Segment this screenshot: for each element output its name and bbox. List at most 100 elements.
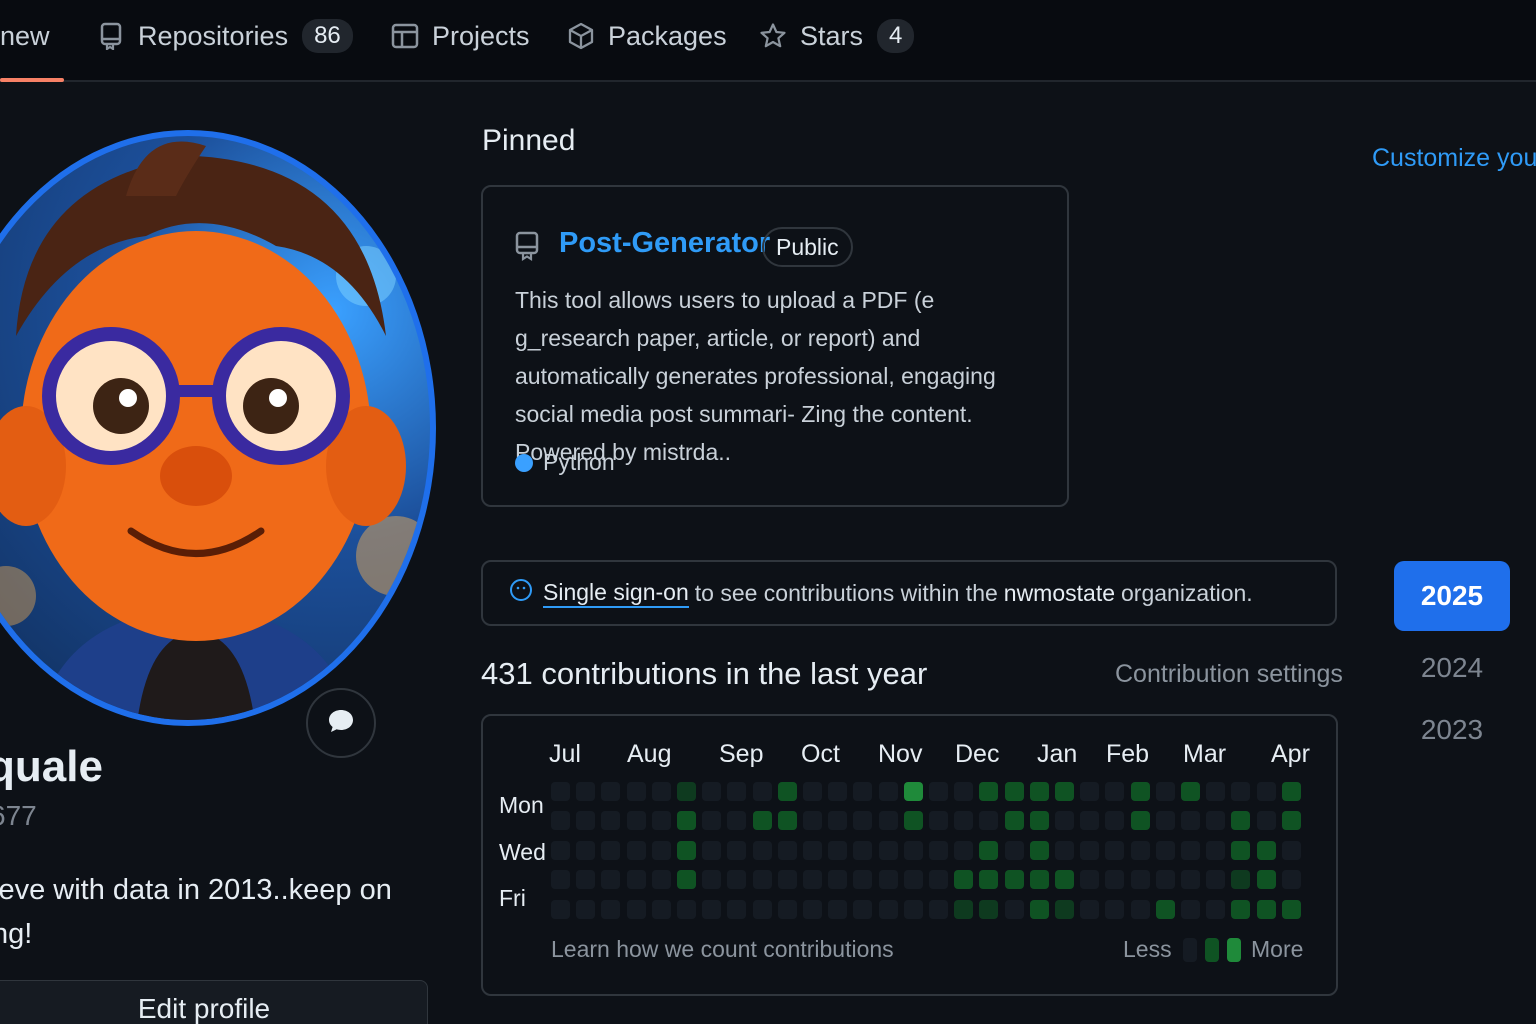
contribution-cell[interactable] — [576, 811, 596, 831]
contribution-cell[interactable] — [1281, 899, 1301, 919]
contribution-cell[interactable] — [1155, 899, 1175, 919]
contribution-cell[interactable] — [878, 840, 898, 860]
contribution-cell[interactable] — [1105, 899, 1125, 919]
contribution-cell[interactable] — [1055, 870, 1074, 890]
contribution-cell[interactable] — [803, 899, 822, 919]
contribution-cell[interactable] — [677, 782, 696, 801]
contribution-cell[interactable] — [1105, 840, 1125, 860]
contribution-cell[interactable] — [1029, 870, 1049, 890]
contribution-cell[interactable] — [828, 782, 848, 801]
contribution-cell[interactable] — [677, 899, 696, 919]
contribution-cell[interactable] — [576, 782, 596, 801]
contribution-cell[interactable] — [551, 870, 570, 890]
contribution-cell[interactable] — [601, 870, 621, 890]
contribution-cell[interactable] — [878, 899, 898, 919]
contribution-cell[interactable] — [702, 782, 722, 801]
year-2024-button[interactable]: 2024 — [1394, 633, 1510, 703]
contribution-cell[interactable] — [929, 870, 948, 890]
contribution-cell[interactable] — [777, 782, 797, 801]
contribution-cell[interactable] — [702, 870, 722, 890]
pinned-repo-link[interactable]: Post-Generator — [559, 227, 770, 260]
contribution-cell[interactable] — [1055, 899, 1074, 919]
contribution-cell[interactable] — [1029, 899, 1049, 919]
contribution-cell[interactable] — [903, 870, 923, 890]
contribution-cell[interactable] — [1130, 782, 1150, 801]
contribution-cell[interactable] — [803, 840, 822, 860]
contribution-cell[interactable] — [727, 782, 747, 801]
year-2025-button[interactable]: 2025 — [1394, 561, 1510, 631]
contribution-cell[interactable] — [979, 782, 999, 801]
contribution-cell[interactable] — [601, 811, 621, 831]
contribution-cell[interactable] — [1181, 840, 1200, 860]
contribution-cell[interactable] — [551, 782, 570, 801]
contribution-cell[interactable] — [626, 870, 646, 890]
contribution-cell[interactable] — [1105, 870, 1125, 890]
contribution-cell[interactable] — [903, 782, 923, 801]
year-2023-button[interactable]: 2023 — [1394, 695, 1510, 765]
contribution-cell[interactable] — [1080, 782, 1100, 801]
contribution-cell[interactable] — [803, 811, 822, 831]
contribution-cell[interactable] — [1181, 782, 1200, 801]
contribution-cell[interactable] — [853, 870, 873, 890]
contribution-cell[interactable] — [702, 899, 722, 919]
contribution-cell[interactable] — [878, 870, 898, 890]
contribution-cell[interactable] — [903, 899, 923, 919]
contribution-cell[interactable] — [1231, 870, 1251, 890]
contribution-cell[interactable] — [803, 870, 822, 890]
contribution-cell[interactable] — [1105, 811, 1125, 831]
contribution-cell[interactable] — [1055, 840, 1074, 860]
contribution-cell[interactable] — [727, 840, 747, 860]
contribution-cell[interactable] — [752, 811, 772, 831]
contribution-cell[interactable] — [929, 899, 948, 919]
tab-repositories[interactable]: Repositories 86 — [96, 16, 353, 56]
contribution-cell[interactable] — [1155, 811, 1175, 831]
contribution-cell[interactable] — [979, 899, 999, 919]
contribution-cell[interactable] — [727, 811, 747, 831]
contribution-cell[interactable] — [651, 840, 671, 860]
contribution-cell[interactable] — [929, 782, 948, 801]
contribution-cell[interactable] — [1004, 811, 1024, 831]
contribution-cell[interactable] — [828, 899, 848, 919]
contribution-cell[interactable] — [878, 811, 898, 831]
contribution-cell[interactable] — [677, 840, 696, 860]
contribution-cell[interactable] — [626, 782, 646, 801]
contribution-cell[interactable] — [1029, 840, 1049, 860]
contribution-cell[interactable] — [828, 870, 848, 890]
contribution-cell[interactable] — [1004, 840, 1024, 860]
contribution-cell[interactable] — [651, 782, 671, 801]
contribution-cell[interactable] — [576, 870, 596, 890]
contribution-cell[interactable] — [777, 811, 797, 831]
contribution-cell[interactable] — [752, 840, 772, 860]
contribution-cell[interactable] — [702, 840, 722, 860]
contribution-cell[interactable] — [551, 840, 570, 860]
edit-profile-button[interactable]: Edit profile — [0, 980, 428, 1024]
learn-contributions-link[interactable]: Learn how we count contributions — [551, 936, 894, 963]
tab-stars[interactable]: Stars 4 — [758, 16, 915, 56]
contribution-cell[interactable] — [777, 840, 797, 860]
contribution-cell[interactable] — [1055, 782, 1074, 801]
tab-packages[interactable]: Packages — [566, 16, 727, 56]
customize-pins-link[interactable]: Customize your — [1372, 144, 1536, 173]
contribution-cell[interactable] — [954, 811, 974, 831]
contribution-cell[interactable] — [551, 899, 570, 919]
contribution-cell[interactable] — [1080, 899, 1100, 919]
contribution-cell[interactable] — [601, 899, 621, 919]
contribution-cell[interactable] — [702, 811, 722, 831]
contribution-cell[interactable] — [1155, 870, 1175, 890]
contribution-cell[interactable] — [1029, 782, 1049, 801]
contribution-cell[interactable] — [979, 840, 999, 860]
contribution-cell[interactable] — [1055, 811, 1074, 831]
contribution-cell[interactable] — [551, 811, 570, 831]
contribution-cell[interactable] — [1004, 899, 1024, 919]
contribution-cell[interactable] — [878, 782, 898, 801]
contribution-cell[interactable] — [752, 870, 772, 890]
contribution-cell[interactable] — [853, 840, 873, 860]
contribution-cell[interactable] — [576, 899, 596, 919]
contribution-cell[interactable] — [929, 811, 948, 831]
single-sign-on-link[interactable]: Single sign-on — [543, 579, 689, 608]
contribution-cell[interactable] — [1105, 782, 1125, 801]
contribution-cell[interactable] — [828, 811, 848, 831]
contribution-cell[interactable] — [1281, 782, 1301, 801]
contribution-cell[interactable] — [1004, 870, 1024, 890]
contribution-cell[interactable] — [1181, 811, 1200, 831]
